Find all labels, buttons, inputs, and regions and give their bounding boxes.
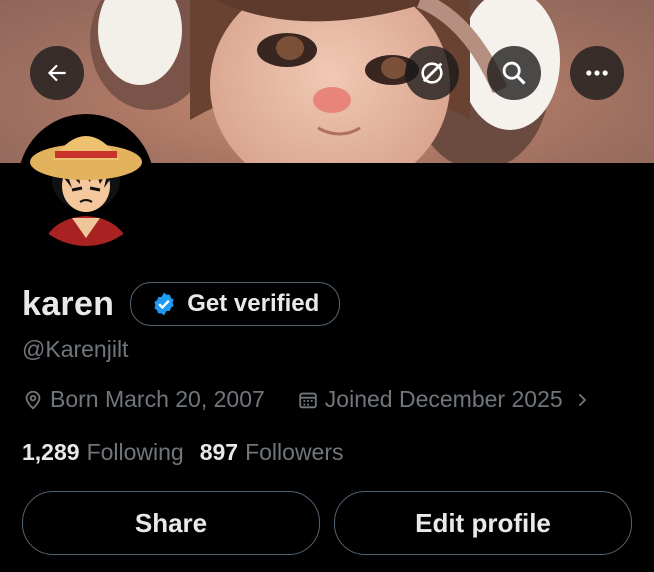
grok-icon xyxy=(421,62,443,84)
birthdate-text: Born March 20, 2007 xyxy=(50,386,265,412)
avatar-image xyxy=(22,118,150,246)
share-button[interactable]: Share xyxy=(22,491,320,555)
follow-stats: 1,289 Following 897 Followers xyxy=(22,439,344,466)
grok-button[interactable] xyxy=(405,46,459,100)
following-link[interactable]: 1,289 Following xyxy=(22,439,184,466)
search-icon xyxy=(502,61,526,85)
following-count: 1,289 xyxy=(22,439,80,465)
followers-link[interactable]: 897 Followers xyxy=(200,439,344,466)
arrow-left-icon xyxy=(47,64,66,82)
joined-text: Joined December 2025 xyxy=(324,386,563,412)
back-button[interactable] xyxy=(30,46,84,100)
more-icon xyxy=(586,70,608,76)
joined-item[interactable]: Joined December 2025 xyxy=(297,386,591,413)
search-button[interactable] xyxy=(487,46,541,100)
profile-handle: @Karenjilt xyxy=(22,336,129,362)
edit-profile-label: Edit profile xyxy=(415,507,551,538)
verified-badge-icon xyxy=(154,292,174,316)
share-label: Share xyxy=(134,507,208,538)
profile-name: karen xyxy=(22,284,115,323)
calendar-icon xyxy=(299,392,317,408)
edit-profile-button[interactable]: Edit profile xyxy=(334,491,632,555)
chevron-right-icon xyxy=(578,393,586,406)
avatar[interactable] xyxy=(18,114,154,250)
location-pin-icon xyxy=(25,390,41,409)
name-row: karen Get verified xyxy=(22,282,341,326)
get-verified-button[interactable]: Get verified xyxy=(130,282,341,326)
profile-meta: Born March 20, 2007 Joined December 2025 xyxy=(22,386,591,413)
get-verified-label: Get verified xyxy=(187,290,320,317)
birthdate-item: Born March 20, 2007 xyxy=(22,386,265,413)
followers-count: 897 xyxy=(199,439,239,465)
more-button[interactable] xyxy=(570,46,624,100)
following-label: Following xyxy=(86,439,184,465)
followers-label: Followers xyxy=(245,439,344,465)
